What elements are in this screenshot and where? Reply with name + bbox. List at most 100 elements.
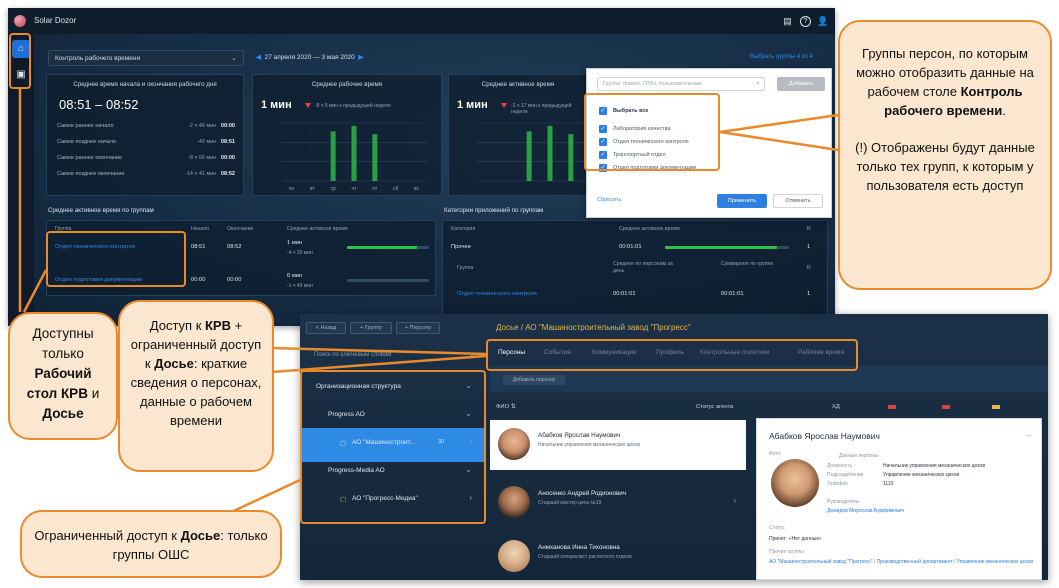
avg-work-value: 1 мин bbox=[261, 99, 292, 111]
col-active[interactable]: Среднее активное время bbox=[287, 226, 348, 232]
stat-row: Самое раннее окончание -8 ч 56 мин 00:00 bbox=[57, 155, 235, 161]
day-label: сб bbox=[393, 186, 399, 192]
avatar bbox=[498, 540, 530, 572]
group-r: 1 bbox=[807, 291, 811, 297]
stat-label: Самое раннее окончание bbox=[57, 155, 123, 161]
callout-bold: Досье bbox=[180, 528, 221, 543]
expand-icon[interactable]: → bbox=[1024, 429, 1033, 439]
back-button[interactable]: < Назад bbox=[306, 322, 346, 334]
person-role: Старший мастер цеха №19 bbox=[538, 500, 602, 506]
day-label: вт bbox=[310, 186, 316, 192]
compare-text: -3 ч 17 мин к предыдущей неделе bbox=[511, 103, 572, 115]
col-avg-per-person[interactable]: Среднее по персонам за день bbox=[613, 261, 683, 275]
highlight-groups bbox=[46, 231, 186, 287]
prev-week-icon[interactable]: ◀ bbox=[256, 54, 261, 61]
bar bbox=[526, 131, 532, 181]
manager-link[interactable]: Демидов Мирослав Бумфимович bbox=[827, 508, 904, 514]
col-fio[interactable]: ФИО ⇅ bbox=[496, 404, 516, 410]
card-title: Среднее рабочее время bbox=[311, 81, 383, 88]
col-start[interactable]: Начало bbox=[191, 226, 209, 232]
stat-row: Самое позднее окончание -14 ч 41 мин 08:5… bbox=[57, 171, 235, 177]
work-time-dropdown[interactable]: Контроль рабочего времени ⌄ bbox=[48, 50, 244, 66]
avg-work-time-card: Среднее рабочее время 1 мин -8 ч 5 мин к… bbox=[252, 74, 442, 196]
apply-button[interactable]: Применить bbox=[717, 194, 767, 208]
avatar bbox=[498, 486, 530, 518]
highlight-popup-groups bbox=[584, 93, 720, 171]
next-week-icon[interactable]: ▶ bbox=[358, 54, 363, 61]
person-name: Аносенко Андрей Родионович bbox=[538, 490, 627, 497]
callout-text: и bbox=[87, 386, 100, 401]
field-label: Должность bbox=[827, 463, 853, 469]
groups-link[interactable]: АО "Машиностроительный завод "Прогресс" … bbox=[769, 559, 1035, 565]
chevron-right-icon: › bbox=[733, 496, 736, 505]
chevron-down-icon: ⌄ bbox=[231, 55, 237, 62]
dossier-search[interactable]: Поиск по ключевым словам ⌕ bbox=[314, 352, 474, 365]
group-active: 1 мин bbox=[287, 240, 303, 246]
down-arrow-icon bbox=[501, 103, 507, 108]
callout-krv-access: Доступ к КРВ + ограниченный доступ к Дос… bbox=[118, 300, 274, 472]
field-value: Начальник управления механических цехов bbox=[883, 463, 985, 469]
manager-label: Руководитель bbox=[827, 499, 860, 505]
stat-value: -2 ч 46 мин 00:00 bbox=[188, 123, 235, 129]
field-label: Телефон bbox=[827, 481, 848, 487]
col-end[interactable]: Окончание bbox=[227, 226, 253, 232]
compare-text: -8 ч 5 мин к предыдущей неделе bbox=[315, 103, 391, 109]
add-person-button[interactable]: + Персону bbox=[396, 322, 440, 334]
dossier-title: Досье / АО "Машиностроительный завод "Пр… bbox=[496, 323, 691, 332]
callout-bold: Досье bbox=[42, 406, 84, 421]
stat-label: Самое позднее начало bbox=[57, 139, 117, 145]
start-end-card: Среднее время начала и окончания рабочег… bbox=[46, 74, 244, 196]
group-search-input[interactable]: Группы: фамил, ГРЛН, пользовательские ⌕ bbox=[597, 77, 765, 91]
col-sum-group[interactable]: Суммарное по группе bbox=[721, 261, 781, 268]
group-delta: -1 ч 45 мин bbox=[287, 283, 313, 289]
col-r[interactable]: R bbox=[807, 226, 811, 232]
col-category[interactable]: Категория bbox=[451, 226, 475, 232]
field-value: 1110 bbox=[883, 481, 894, 487]
add-button[interactable]: Добавить bbox=[777, 77, 825, 91]
user-icon[interactable]: 👤 bbox=[817, 16, 828, 27]
photo-label: Фото bbox=[769, 451, 781, 457]
add-person-small-button[interactable]: Добавить персону bbox=[503, 375, 565, 385]
cancel-button[interactable]: Отменить bbox=[773, 194, 823, 208]
callout-bold: Досье bbox=[154, 356, 194, 371]
date-range[interactable]: ◀ 27 апреля 2020 — 3 мая 2020 ▶ bbox=[256, 53, 363, 61]
col-r[interactable]: R bbox=[807, 265, 811, 271]
person-name: Абабков Ярослав Наумович bbox=[538, 432, 621, 439]
group-link[interactable]: Отдел технического контроля bbox=[457, 291, 537, 297]
person-role: Старший специалист расчетного отдела bbox=[538, 554, 632, 560]
group-filter-link[interactable]: Выбрать группы 4 из 4 bbox=[750, 54, 813, 60]
start-end-value: 08:51 – 08:52 bbox=[59, 97, 139, 112]
bar bbox=[330, 131, 336, 181]
stat-value: -8 ч 56 мин 00:00 bbox=[188, 155, 235, 161]
callout-text: Ограниченный доступ к bbox=[34, 528, 181, 543]
card-title: Среднее активное время bbox=[481, 81, 555, 88]
person-card[interactable]: Аносенко Андрей Родионович Старший масте… bbox=[490, 478, 746, 528]
highlight-tabs bbox=[486, 339, 858, 371]
callout-available-screens: Доступны только Рабочий стол КРВ и Досье bbox=[8, 312, 118, 440]
help-icon[interactable]: ? bbox=[800, 16, 811, 27]
status-label: Статус bbox=[769, 525, 785, 531]
person-card[interactable]: Абабков Ярослав Наумович Начальник управ… bbox=[490, 420, 746, 470]
stat-value: -14 ч 41 мин 08:52 bbox=[184, 171, 235, 177]
person-card[interactable]: Анмханова Инна Тихоновна Старший специал… bbox=[490, 532, 746, 580]
bar bbox=[568, 134, 574, 181]
red-marker bbox=[942, 405, 950, 409]
col-avg-active[interactable]: Среднее активное время bbox=[619, 226, 680, 232]
stat-label: Самое раннее начало bbox=[57, 123, 114, 129]
col-agent-status[interactable]: Статус агента bbox=[696, 404, 733, 410]
person-detail-panel: Абабков Ярослав Наумович → Фото Данные п… bbox=[756, 418, 1042, 580]
reset-link[interactable]: Сбросить bbox=[597, 197, 621, 203]
app-logo-icon bbox=[14, 15, 26, 27]
group-end: 00:00 bbox=[227, 277, 242, 283]
col-subgroup[interactable]: Группа bbox=[457, 265, 473, 271]
col-hd[interactable]: ХД bbox=[832, 404, 840, 410]
callout-groups-note: Группы персон, по которым можно отобрази… bbox=[838, 20, 1052, 290]
group-active: 0 мин bbox=[287, 273, 303, 279]
highlight-tree bbox=[300, 370, 486, 524]
bar bbox=[547, 125, 553, 181]
add-group-button[interactable]: + Группу bbox=[350, 322, 392, 334]
reports-icon[interactable]: ▤ bbox=[782, 16, 793, 27]
bar bbox=[351, 125, 357, 181]
category-time: 00:01:01 bbox=[619, 244, 642, 250]
avg-active-value: 1 мин bbox=[457, 99, 488, 111]
